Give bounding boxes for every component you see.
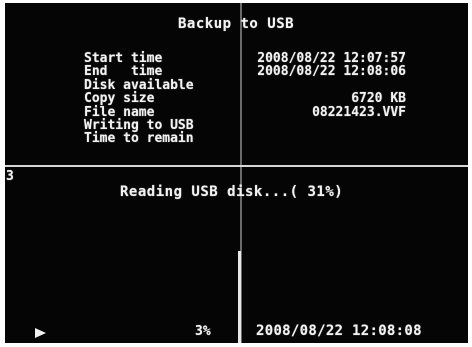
datetime-display: 2008/08/22 12:08:08 [256, 323, 422, 339]
time-to-remain-label: Time to remain [84, 131, 194, 147]
channel-number: 3 [6, 169, 14, 184]
progress-percent: 3% [195, 324, 211, 339]
reading-status-text: Reading USB disk...( 31%) [120, 184, 344, 200]
copy-size-value: 6720 KB [351, 91, 406, 107]
copy-size-label: Copy size [84, 91, 155, 107]
dialog-title: Backup to USB [178, 16, 295, 32]
info-row-time-to-remain: Time to remain [84, 131, 406, 147]
play-icon[interactable] [35, 328, 46, 338]
horizontal-divider [5, 165, 468, 167]
end-time-label: End time [84, 64, 163, 80]
info-row-copy-size: Copy size 6720 KB [84, 91, 406, 107]
end-time-value: 2008/08/22 12:08:06 [257, 64, 406, 80]
dvr-screen: Backup to USB Start time 2008/08/22 12:0… [5, 3, 468, 343]
vertical-divider-highlight [238, 251, 241, 343]
file-name-value: 08221423.VVF [312, 104, 406, 120]
backup-info-panel: Start time 2008/08/22 12:07:57 End time … [84, 52, 406, 146]
file-name-label: File name [84, 104, 155, 120]
start-time-value: 2008/08/22 12:07:57 [257, 51, 406, 66]
info-row-end-time: End time 2008/08/22 12:08:06 [84, 64, 406, 80]
info-row-file-name: File name 08221423.VVF [84, 104, 406, 120]
